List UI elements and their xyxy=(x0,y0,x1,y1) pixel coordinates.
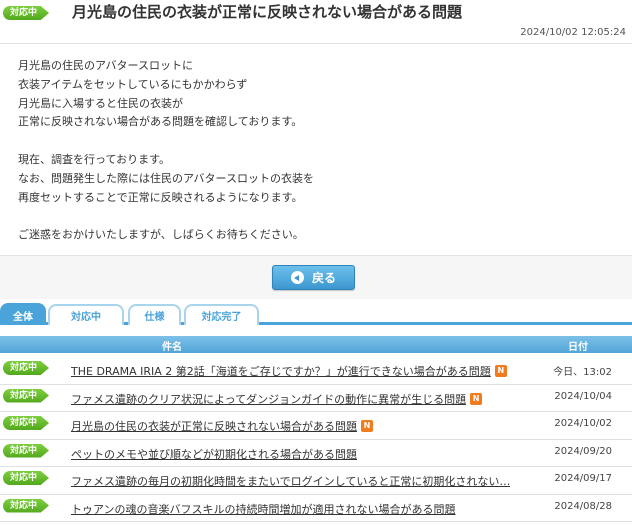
row-date: 2024/09/17 xyxy=(554,473,612,484)
body-paragraph: ご迷惑をおかけいたしますが、しばらくお待ちください。 xyxy=(18,226,618,245)
new-icon: N xyxy=(470,392,483,405)
new-icon: N xyxy=(494,365,507,377)
body-line: 衣装アイテムをセットしているにもかかわらず xyxy=(18,77,248,91)
status-badge: 対応中 xyxy=(3,388,50,403)
row-date: 今日、13:02 xyxy=(553,367,612,378)
table-row[interactable]: 対応中 トゥアンの魂の音楽バフスキルの持続時間増加が適用されない場合がある問題 … xyxy=(0,495,632,522)
tab-resolved[interactable]: 対応完了 xyxy=(184,304,259,325)
tab-in-progress[interactable]: 対応中 xyxy=(48,304,124,325)
notice-body: 月光島の住民のアバタースロットに 衣装アイテムをセットしているにもかかわらず 月… xyxy=(18,57,618,264)
body-paragraph: 現在、調査を行っております。 なお、問題発生した際には住民のアバタースロットの衣… xyxy=(18,151,618,207)
body-paragraph: 月光島の住民のアバタースロットに 衣装アイテムをセットしているにもかかわらず 月… xyxy=(18,57,618,132)
status-badge: 対応中 xyxy=(3,498,50,513)
status-badge: 対応中 xyxy=(3,416,50,430)
column-header-date: 日付 xyxy=(568,342,588,353)
notice-header: 対応中 月光島の住民の衣装が正常に反映されない場合がある問題 2024/10/0… xyxy=(0,0,632,44)
row-title-link[interactable]: ファメス遺跡のクリア状況によってダンジョンガイドの動作に異常が生じる問題 xyxy=(71,391,466,407)
status-badge: 対応中 xyxy=(3,6,50,20)
row-title-link[interactable]: ファメス遺跡の毎月の初期化時間をまたいでログインしていると正常に初期化されない… xyxy=(71,473,510,489)
status-badge: 対応中 xyxy=(3,443,50,458)
body-line: 月光島の住民のアバタースロットに xyxy=(18,59,194,72)
table-row[interactable]: 対応中 月光島の住民の衣装が正常に反映されない場合がある問題 N 2024/10… xyxy=(0,412,632,440)
new-icon: N xyxy=(361,420,373,432)
row-title-link[interactable]: トゥアンの魂の音楽バフスキルの持続時間増加が適用されない場合がある問題 xyxy=(71,501,456,517)
notice-title: 月光島の住民の衣装が正常に反映されない場合がある問題 xyxy=(72,3,463,21)
status-badge: 対応中 xyxy=(3,471,50,485)
row-title-link[interactable]: 月光島の住民の衣装が正常に反映されない場合がある問題 xyxy=(71,418,357,434)
row-date: 2024/10/02 xyxy=(554,418,612,429)
back-button-area: 戻る xyxy=(0,255,632,299)
back-arrow-icon xyxy=(290,271,304,284)
table-row[interactable]: 対応中 ファメス遺跡の毎月の初期化時間をまたいでログインしていると正常に初期化さ… xyxy=(0,467,632,495)
notice-list: 対応中 THE DRAMA IRIA 2 第2話「海道をご存じですか？」が進行で… xyxy=(0,357,632,522)
row-date: 2024/09/20 xyxy=(554,445,612,457)
row-title-link[interactable]: ペットのメモや並び順などが初期化される場合がある問題 xyxy=(71,446,357,462)
tab-all[interactable]: 全体 xyxy=(0,303,46,325)
column-header-subject: 件名 xyxy=(162,342,182,353)
row-date: 2024/10/04 xyxy=(554,390,612,402)
body-line: ご迷惑をおかけいたしますが、しばらくお待ちください。 xyxy=(18,228,304,242)
back-button[interactable]: 戻る xyxy=(272,265,355,290)
body-line: 月光島に入場すると住民の衣装が xyxy=(18,96,183,110)
body-line: なお、問題発生した際には住民のアバタースロットの衣装を xyxy=(18,171,315,185)
body-line: 正常に反映されない場合がある問題を確認しております。 xyxy=(18,115,303,129)
body-line: 現在、調査を行っております。 xyxy=(18,152,171,166)
tab-specification[interactable]: 仕様 xyxy=(128,304,181,325)
status-badge: 対応中 xyxy=(3,361,50,375)
table-row[interactable]: 対応中 THE DRAMA IRIA 2 第2話「海道をご存じですか？」が進行で… xyxy=(0,357,632,385)
row-title-link[interactable]: THE DRAMA IRIA 2 第2話「海道をご存じですか？」が進行できない場… xyxy=(71,363,491,379)
table-row[interactable]: 対応中 ファメス遺跡のクリア状況によってダンジョンガイドの動作に異常が生じる問題… xyxy=(0,385,632,412)
notice-datetime: 2024/10/02 12:05:24 xyxy=(520,27,626,38)
table-header: 件名 日付 xyxy=(0,336,632,353)
back-button-label: 戻る xyxy=(311,271,336,285)
body-line: 再度セットすることで正常に反映されるようになります。 xyxy=(18,190,303,204)
table-row[interactable]: 対応中 ペットのメモや並び順などが初期化される場合がある問題 2024/09/2… xyxy=(0,440,632,467)
row-date: 2024/08/28 xyxy=(554,500,612,512)
category-tabs: 全体 対応中 仕様 対応完了 xyxy=(0,303,632,325)
